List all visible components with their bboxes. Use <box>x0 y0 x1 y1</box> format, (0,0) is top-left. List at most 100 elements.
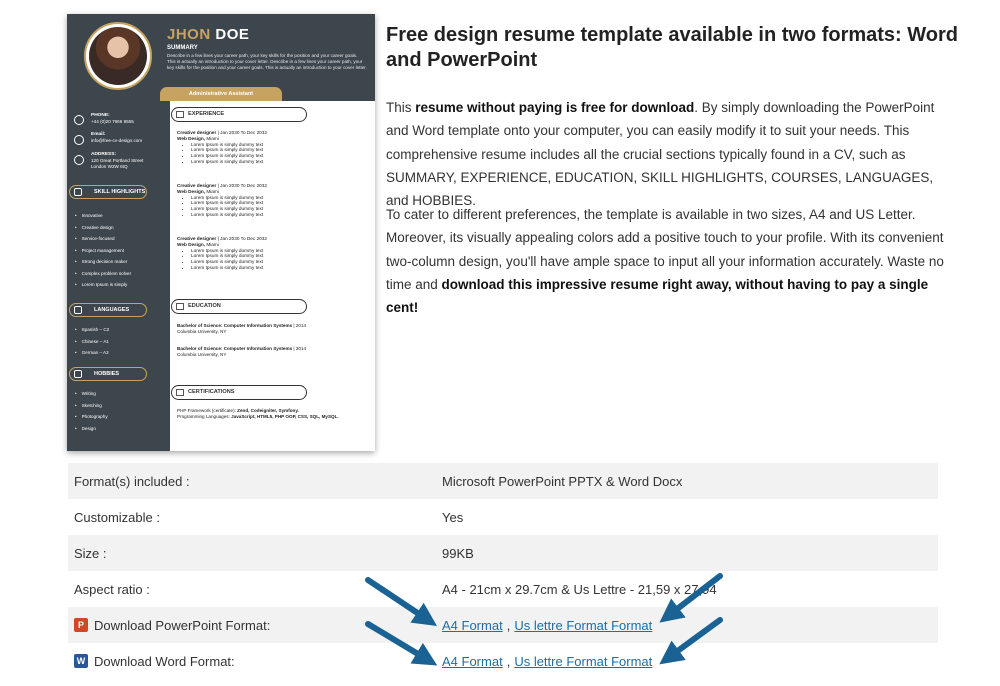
table-row: Aspect ratio : A4 - 21cm x 29.7cm & Us L… <box>68 571 938 607</box>
row-value: Yes <box>442 509 464 525</box>
download-powerpoint-label: Download PowerPoint Format: <box>94 617 271 633</box>
resume-education-heading: EDUCATION <box>171 299 307 314</box>
resume-hobbies-list: Writing Sketching Photography Design <box>75 388 108 434</box>
resume-phone-value: +44 (0)20 7666 8555 <box>91 119 134 124</box>
resume-phone: PHONE: +44 (0)20 7666 8555 <box>91 113 134 125</box>
resume-certifications-heading: CERTIFICATIONS <box>171 385 307 400</box>
job-company: Web Design, <box>177 241 206 247</box>
job-company: Web Design, <box>177 135 206 141</box>
row-label: Aspect ratio : <box>74 581 150 597</box>
job-city: Miami <box>205 241 219 247</box>
row-value: 99KB <box>442 545 474 561</box>
article-title: Free design resume template available in… <box>386 24 959 71</box>
skill-item: Project management <box>75 245 131 257</box>
edu-degree: Bachelor of Science: Computer Informatio… <box>177 323 293 328</box>
resume-role-badge: Administrative Assistant <box>160 87 282 101</box>
resume-education-entry: Bachelor of Science: Computer Informatio… <box>177 346 367 358</box>
job-bullet: Lorem Ipsum is simply dummy text <box>191 212 367 218</box>
hobbies-icon <box>74 370 82 378</box>
resume-skills-list: Innovative Creative design Service-focus… <box>75 210 132 291</box>
link-separator: , <box>506 617 511 633</box>
powerpoint-icon: P <box>74 618 88 632</box>
resume-last-name: DOE <box>215 26 250 43</box>
link-separator: , <box>506 653 511 669</box>
row-label: Size : <box>74 545 107 561</box>
cert-1-value: Zend, Codeigniter, Symfony. <box>237 408 299 413</box>
job-city: Miami <box>205 135 219 141</box>
row-label: P Download PowerPoint Format: <box>68 618 442 633</box>
row-value: Microsoft PowerPoint PPTX & Word Docx <box>442 473 683 489</box>
word-us-letter-download-link[interactable]: Us lettre Format Format <box>514 654 652 669</box>
download-word-label: Download Word Format: <box>94 653 235 669</box>
job-bullet: Lorem Ipsum is simply dummy text <box>191 265 367 271</box>
resume-hobbies-title: HOBBIES <box>94 371 120 377</box>
row-value: A4 - 21cm x 29.7cm & Us Lettre - 21,59 x… <box>442 581 717 597</box>
resume-skills-title: SKILL HIGHLIGHTS <box>94 189 146 195</box>
row-label: W Download Word Format: <box>68 654 442 669</box>
row-value: A4 Format, Us lettre Format Format <box>442 654 938 669</box>
hobby-item: Photography <box>75 411 108 423</box>
location-icon <box>74 155 84 165</box>
edu-school: Columbia University, NY <box>177 351 227 357</box>
download-powerpoint-row: P Download PowerPoint Format: A4 Format,… <box>68 607 938 643</box>
briefcase-icon <box>176 111 184 118</box>
resume-job: Creative designer | Jan 2030 To Dec 2032… <box>177 183 367 218</box>
resume-address-2: London W2W 6tQ <box>91 164 128 169</box>
p1-text-bold: resume without paying is free for downlo… <box>415 100 695 115</box>
phone-icon <box>74 115 84 125</box>
resume-education-title: EDUCATION <box>188 303 221 309</box>
job-company: Web Design, <box>177 188 206 194</box>
info-table: Format(s) included : Microsoft PowerPoin… <box>68 463 938 679</box>
job-bullet: Lorem Ipsum is simply dummy text <box>191 159 367 165</box>
cert-2-value: JavaScript, HTML5, PHP OOP, CSS, SQL, My… <box>231 414 339 420</box>
language-item: German – A2 <box>75 347 109 359</box>
edu-degree: Bachelor of Science: Computer Informatio… <box>177 346 293 351</box>
job-dates: | Jan 2030 To Dec 2032 <box>216 236 267 241</box>
graduation-cap-icon <box>176 303 184 310</box>
row-value: A4 Format, Us lettre Format Format <box>442 618 938 633</box>
resume-job: Creative designer | Jan 2030 To Dec 2032… <box>177 236 367 271</box>
edu-year: | 2014 <box>292 346 307 351</box>
language-item: Spanish – C2 <box>75 324 110 336</box>
resume-email: Email: info@free-cv-design.com <box>91 132 142 144</box>
ppt-us-letter-download-link[interactable]: Us lettre Format Format <box>514 618 652 633</box>
resume-hobbies-heading: HOBBIES <box>69 367 147 381</box>
skill-item: Complex problem solver <box>75 268 132 280</box>
article-paragraph-2: To cater to different preferences, the t… <box>386 203 956 319</box>
resume-languages-heading: LANGUAGES <box>69 303 147 317</box>
job-city: Miami <box>205 188 219 194</box>
hobby-item: Design <box>75 423 108 435</box>
skills-icon <box>74 188 82 196</box>
word-a4-download-link[interactable]: A4 Format <box>442 654 503 669</box>
edu-school: Columbia University, NY <box>177 328 227 334</box>
skill-item: Creative design <box>75 222 131 234</box>
resume-address-1: 120 Great Portland Street <box>91 158 144 163</box>
table-row: Customizable : Yes <box>68 499 938 535</box>
job-title: Creative designer <box>177 183 217 188</box>
ppt-a4-download-link[interactable]: A4 Format <box>442 618 503 633</box>
skill-item: Lorem Ipsum is simply <box>75 279 131 291</box>
resume-preview-image: JHON DOE SUMMARY Describe in a few lines… <box>67 14 375 451</box>
hobby-item: Writing <box>75 388 108 400</box>
p2-text-bold: download this impressive resume right aw… <box>386 276 929 316</box>
resume-education-entry: Bachelor of Science: Computer Informatio… <box>177 323 367 335</box>
table-row: Format(s) included : Microsoft PowerPoin… <box>68 463 938 499</box>
article-paragraph-1: This resume without paying is free for d… <box>386 96 956 212</box>
word-icon: W <box>74 654 88 668</box>
row-label: Format(s) included : <box>74 473 190 489</box>
certificate-icon <box>176 389 184 396</box>
download-word-row: W Download Word Format: A4 Format, Us let… <box>68 643 938 679</box>
job-dates: | Jan 2030 To Dec 2032 <box>216 183 267 188</box>
resume-summary-title: SUMMARY <box>167 45 198 51</box>
resume-languages-list: Spanish – C2 Chinese – A1 German – A2 <box>75 324 110 359</box>
resume-photo-frame <box>84 22 152 90</box>
skill-item: Strong decision maker <box>75 256 131 268</box>
resume-job: Creative designer | Jan 2030 To Dec 2032… <box>177 130 367 165</box>
skill-item: Service-focused <box>75 233 131 245</box>
language-item: Chinese – A1 <box>75 336 109 348</box>
email-icon <box>74 135 84 145</box>
resume-email-value: info@free-cv-design.com <box>91 138 143 143</box>
edu-year: | 2014 <box>292 323 307 328</box>
row-label: Customizable : <box>74 509 160 525</box>
resume-languages-title: LANGUAGES <box>94 307 130 313</box>
